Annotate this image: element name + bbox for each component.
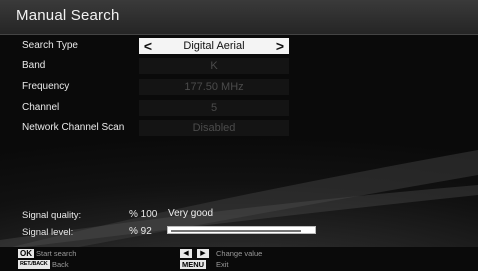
channel-field[interactable]: 5 (139, 100, 289, 116)
network-channel-scan-field[interactable]: Disabled (139, 120, 289, 136)
footer-hints: OK Start search RET./BACK Back ◀ ▶ Chang… (0, 247, 478, 271)
chevron-right-icon[interactable]: > (273, 38, 287, 54)
band-field[interactable]: K (139, 58, 289, 74)
back-key-icon: RET./BACK (18, 260, 50, 269)
band-label: Band (22, 60, 46, 71)
back-action-text: Back (52, 260, 69, 269)
ok-action-text: Start search (36, 249, 77, 258)
frequency-label: Frequency (22, 81, 70, 92)
nav-left-icon: ◀ (180, 249, 192, 258)
ok-key-icon: OK (18, 249, 34, 258)
search-type-label: Search Type (22, 40, 78, 51)
signal-quality-text: Very good (168, 208, 214, 219)
signal-quality-label: Signal quality: (22, 210, 82, 221)
nav-right-icon: ▶ (197, 249, 209, 258)
manual-search-screen: Manual Search Search Type < Digital Aeri… (0, 0, 478, 271)
network-channel-scan-label: Network Channel Scan (22, 122, 125, 133)
network-channel-scan-value: Disabled (192, 122, 236, 134)
frequency-value: 177.50 MHz (184, 81, 244, 93)
signal-level-bar (167, 226, 316, 234)
frequency-field[interactable]: 177.50 MHz (139, 79, 289, 95)
channel-label: Channel (22, 102, 60, 113)
channel-value: 5 (210, 102, 218, 114)
band-value: K (210, 60, 218, 72)
signal-level-fill (171, 230, 301, 232)
chevron-left-icon[interactable]: < (141, 38, 155, 54)
menu-key-icon: MENU (180, 260, 207, 269)
page-title: Manual Search (16, 7, 120, 24)
nav-action-text: Change value (216, 249, 263, 258)
menu-action-text: Exit (216, 260, 229, 269)
search-type-selector[interactable]: < Digital Aerial > (139, 38, 289, 54)
search-type-value: Digital Aerial (183, 40, 245, 52)
title-bar: Manual Search (0, 0, 478, 35)
signal-level-value: % 92 (129, 226, 152, 237)
signal-level-label: Signal level: (22, 227, 74, 238)
signal-quality-value: % 100 (129, 209, 158, 220)
